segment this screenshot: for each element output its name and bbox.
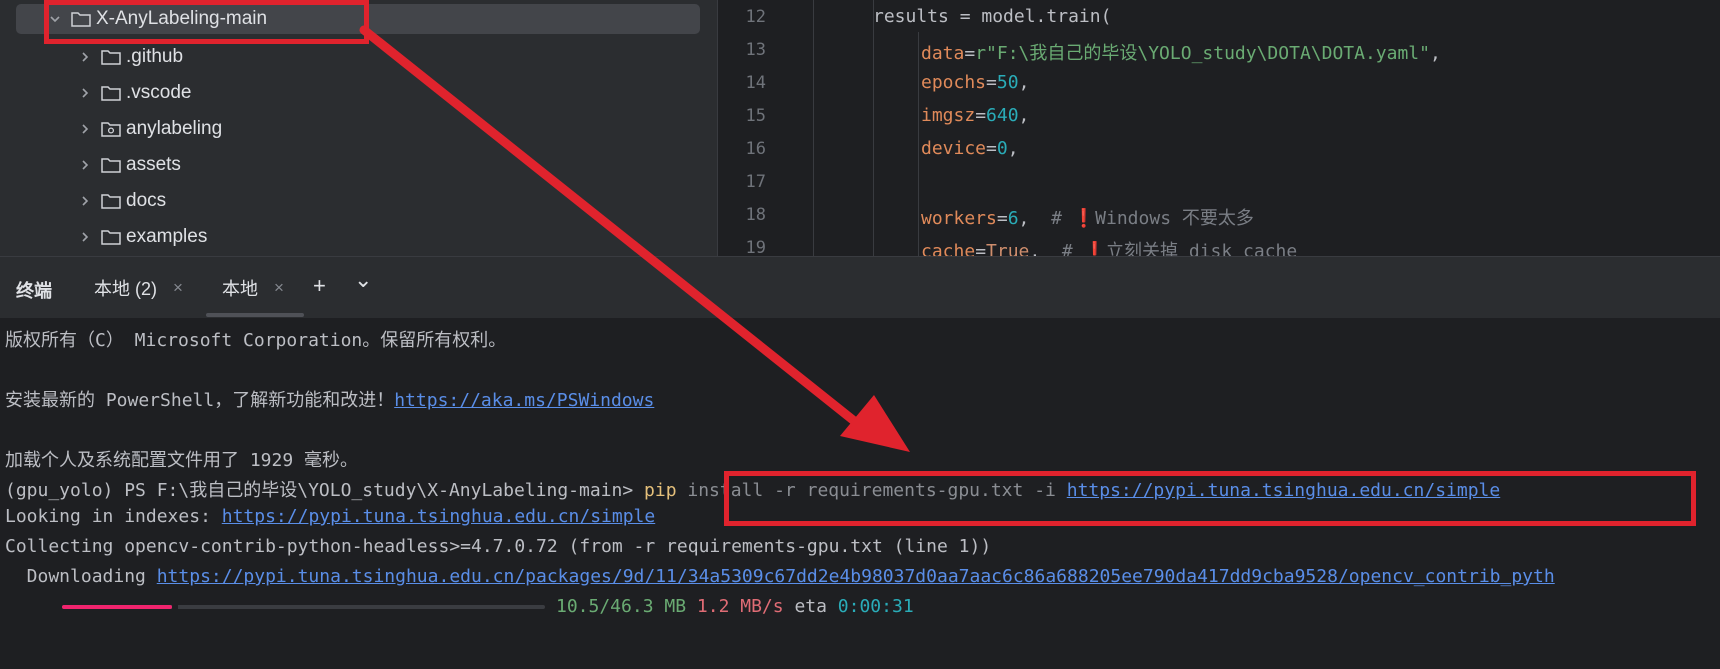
folder-icon xyxy=(100,48,122,66)
folder-icon xyxy=(100,84,122,102)
terminal-line: Collecting opencv-contrib-python-headles… xyxy=(5,536,992,557)
progress-stats: 10.5/46.3 MB 1.2 MB/s eta 0:00:31 xyxy=(556,596,914,617)
tree-item-label: examples xyxy=(126,226,208,247)
index-url-link[interactable]: https://pypi.tuna.tsinghua.edu.cn/simple xyxy=(222,506,655,527)
line-number: 14 xyxy=(745,73,766,93)
terminal-line: 版权所有（C） Microsoft Corporation。保留所有权利。 xyxy=(5,330,507,351)
tree-item-label: anylabeling xyxy=(126,118,223,139)
code-line: device=0, xyxy=(921,138,1019,159)
chevron-right-icon[interactable] xyxy=(76,192,94,210)
tab-label: 本地 (2) xyxy=(94,279,157,299)
close-icon[interactable]: × xyxy=(173,278,183,298)
folder-icon xyxy=(70,10,92,28)
download-progress-bar xyxy=(62,604,545,610)
active-tab-indicator xyxy=(206,313,304,317)
line-number: 17 xyxy=(745,172,766,192)
code-line: cache=True, # ❗立刻关掉 disk cache xyxy=(921,237,1297,256)
tree-item-root[interactable]: X-AnyLabeling-main xyxy=(16,4,700,34)
chevron-right-icon[interactable] xyxy=(76,84,94,102)
progress-fill xyxy=(62,605,172,609)
index-url-link[interactable]: https://pypi.tuna.tsinghua.edu.cn/simple xyxy=(1067,480,1500,501)
terminal-line: Downloading https://pypi.tuna.tsinghua.e… xyxy=(5,566,1555,587)
tab-label: 本地 xyxy=(222,279,258,299)
line-number: 16 xyxy=(745,139,766,159)
terminal-line: 安装最新的 PowerShell，了解新功能和改进！https://aka.ms… xyxy=(5,390,655,411)
code-line: results = model.train( xyxy=(873,6,1112,27)
project-tree: X-AnyLabeling-main .github .vscode anyla… xyxy=(0,0,717,256)
chevron-right-icon[interactable] xyxy=(76,120,94,138)
tree-item-assets[interactable]: assets xyxy=(76,150,181,180)
download-url-link[interactable]: https://pypi.tuna.tsinghua.edu.cn/packag… xyxy=(157,566,1555,587)
chevron-down-icon[interactable] xyxy=(46,10,64,28)
chevron-down-icon[interactable]: ⌄ xyxy=(354,267,372,293)
folder-icon xyxy=(100,192,122,210)
folder-icon xyxy=(100,156,122,174)
tree-item-examples[interactable]: examples xyxy=(76,222,207,252)
tab-local-2[interactable]: 本地 (2) × xyxy=(94,275,183,301)
indent-guide xyxy=(813,0,814,256)
tree-item-anylabeling[interactable]: anylabeling xyxy=(76,114,222,144)
chevron-right-icon[interactable] xyxy=(76,228,94,246)
folder-icon xyxy=(100,228,122,246)
add-icon[interactable]: + xyxy=(313,273,326,299)
prompt: (gpu_yolo) PS F:\我自己的毕设\YOLO_study\X-Any… xyxy=(5,480,634,501)
tree-item-vscode[interactable]: .vscode xyxy=(76,78,191,108)
tree-item-label: .github xyxy=(126,46,184,67)
warning-icon: ❗ xyxy=(1072,208,1096,229)
terminal-tab-bar: 终端 本地 (2) × 本地 × + ⌄ xyxy=(0,256,1720,319)
code-line: workers=6, # ❗Windows 不要太多 xyxy=(921,208,1254,229)
code-line: epochs=50, xyxy=(921,72,1030,93)
tree-item-label: docs xyxy=(126,190,167,211)
top-area: X-AnyLabeling-main .github .vscode anyla… xyxy=(0,0,1720,256)
tree-item-github[interactable]: .github xyxy=(76,42,183,72)
chevron-right-icon[interactable] xyxy=(76,156,94,174)
warning-icon: ❗ xyxy=(1083,241,1107,256)
line-number: 15 xyxy=(745,106,766,126)
tab-local[interactable]: 本地 × xyxy=(222,275,284,301)
code-editor[interactable]: 12 13 14 15 16 17 18 19 results = model.… xyxy=(717,0,1720,256)
code-line: data=r"F:\我自己的毕设\YOLO_study\DOTA\DOTA.ya… xyxy=(921,43,1441,64)
chevron-right-icon[interactable] xyxy=(76,48,94,66)
powershell-link[interactable]: https://aka.ms/PSWindows xyxy=(394,390,654,411)
tree-item-label: assets xyxy=(126,154,181,175)
terminal-line: Looking in indexes: https://pypi.tuna.ts… xyxy=(5,506,656,527)
close-icon[interactable]: × xyxy=(274,278,284,298)
line-number: 18 xyxy=(745,205,766,225)
line-number: 19 xyxy=(745,238,766,256)
indent-guide xyxy=(873,0,874,256)
line-number: 12 xyxy=(745,7,766,27)
line-gutter: 12 13 14 15 16 17 18 19 xyxy=(718,0,818,256)
code-line: imgsz=640, xyxy=(921,105,1030,126)
tree-item-label: .vscode xyxy=(126,82,192,103)
line-number: 13 xyxy=(745,40,766,60)
tree-item-docs[interactable]: docs xyxy=(76,186,166,216)
progress-gap xyxy=(172,604,178,610)
package-folder-icon xyxy=(100,120,122,138)
tree-item-label: X-AnyLabeling-main xyxy=(96,8,268,29)
terminal-title: 终端 xyxy=(16,281,52,301)
terminal-command-line: (gpu_yolo) PS F:\我自己的毕设\YOLO_study\X-Any… xyxy=(5,480,1501,501)
terminal-output[interactable]: 版权所有（C） Microsoft Corporation。保留所有权利。 安装… xyxy=(0,318,1720,669)
indent-guide xyxy=(918,32,919,256)
terminal-line: 加载个人及系统配置文件用了 1929 毫秒。 xyxy=(5,450,359,471)
